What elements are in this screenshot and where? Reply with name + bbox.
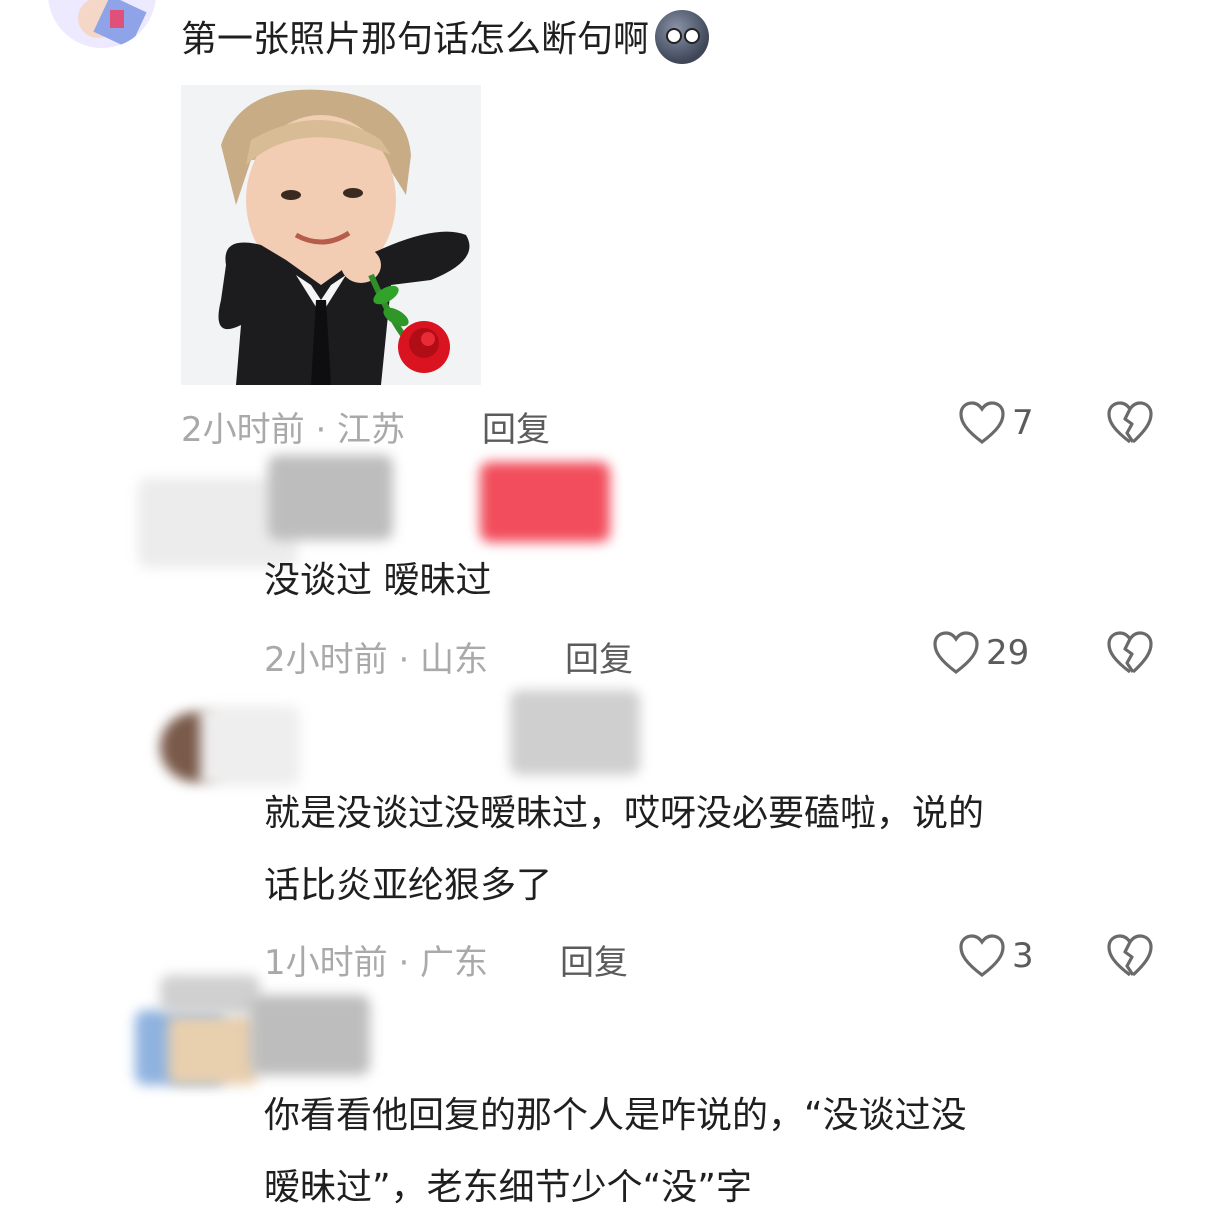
comment-timestamp-location: 1小时前 · 广东 <box>264 943 489 983</box>
dislike-broken-heart-icon[interactable] <box>1106 400 1154 446</box>
sticker-image[interactable] <box>181 85 481 385</box>
comment-text-line: 你看看他回复的那个人是咋说的，“没谈过没 <box>264 1095 967 1136</box>
blurred-avatar-overlay <box>168 1015 258 1085</box>
comment-text-line: 话比炎亚纶狠多了 <box>264 865 553 906</box>
blurred-username <box>268 455 393 540</box>
reply-button[interactable]: 回复 <box>565 632 633 681</box>
heart-icon <box>958 933 1006 979</box>
blurred-username <box>200 706 300 786</box>
comment-text: 没谈过 暧昧过 <box>264 560 492 601</box>
comment-text-line: 就是没谈过没暧昧过，哎呀没必要磕啦，说的 <box>264 793 985 834</box>
comment-text-line: 暧昧过”，老东细节少个“没”字 <box>264 1167 752 1208</box>
dislike-broken-heart-icon[interactable] <box>1106 933 1154 979</box>
comment-timestamp-location: 2小时前 · 江苏 <box>181 410 406 450</box>
like-count: 7 <box>1012 403 1034 443</box>
dislike-broken-heart-icon[interactable] <box>1106 630 1154 676</box>
like-count: 3 <box>1012 936 1034 976</box>
heart-icon <box>932 630 980 676</box>
blurred-badge <box>480 462 610 542</box>
new-moon-face-emoji-icon <box>655 10 710 64</box>
like-button[interactable]: 29 <box>932 630 1029 676</box>
blurred-username <box>160 975 260 1015</box>
reply-button[interactable]: 回复 <box>560 935 628 984</box>
man-with-rose-illustration <box>181 85 481 385</box>
avatar[interactable] <box>48 0 156 48</box>
like-count: 29 <box>986 633 1030 673</box>
reply-button[interactable]: 回复 <box>482 402 550 451</box>
comment-timestamp-location: 2小时前 · 山东 <box>264 640 489 680</box>
like-button[interactable]: 7 <box>958 400 1034 446</box>
comment-text: 第一张照片那句话怎么断句啊 <box>181 4 710 76</box>
like-button[interactable]: 3 <box>958 933 1034 979</box>
blurred-badge <box>510 690 640 775</box>
blurred-badge <box>250 995 370 1075</box>
heart-icon <box>958 400 1006 446</box>
